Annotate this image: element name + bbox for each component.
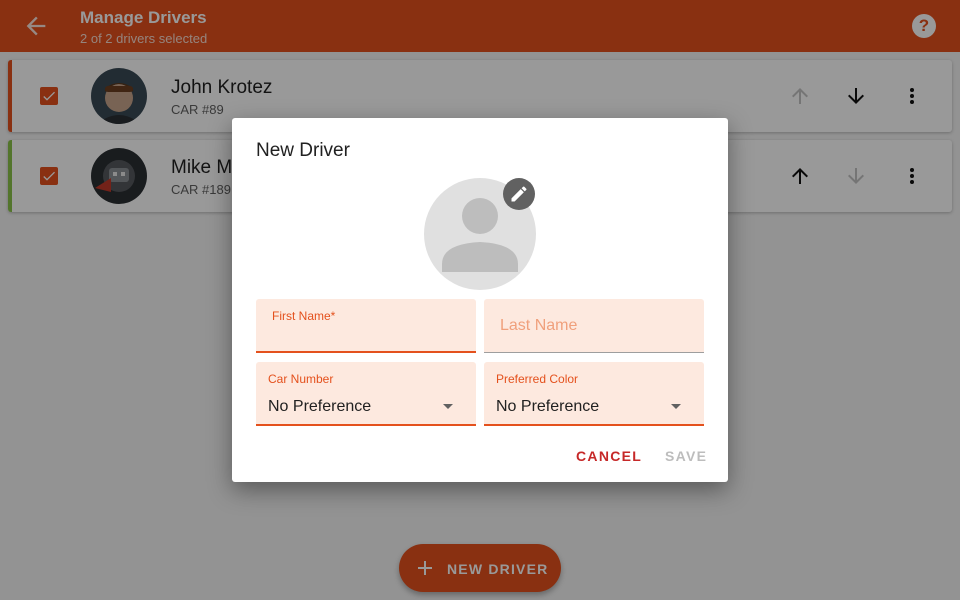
save-button[interactable]: SAVE	[665, 448, 707, 464]
preferred-color-label: Preferred Color	[496, 372, 579, 386]
car-number-label: Car Number	[268, 372, 334, 386]
preferred-color-select[interactable]: Preferred Color No Preference	[484, 362, 704, 426]
car-number-value: No Preference	[268, 398, 372, 415]
pencil-icon[interactable]	[503, 178, 535, 210]
cancel-button[interactable]: CANCEL	[576, 448, 642, 464]
last-name-placeholder: Last Name	[500, 317, 578, 334]
dropdown-arrow-icon	[671, 404, 681, 409]
dropdown-arrow-icon	[443, 404, 453, 409]
new-driver-dialog: New Driver First Name* Last Name Car Num…	[232, 118, 728, 482]
car-number-select[interactable]: Car Number No Preference	[256, 362, 476, 426]
dialog-title: New Driver	[256, 140, 350, 161]
first-name-field[interactable]: First Name*	[256, 299, 476, 353]
first-name-label: First Name*	[272, 309, 336, 323]
last-name-field[interactable]: Last Name	[484, 299, 704, 353]
preferred-color-value: No Preference	[496, 398, 600, 415]
